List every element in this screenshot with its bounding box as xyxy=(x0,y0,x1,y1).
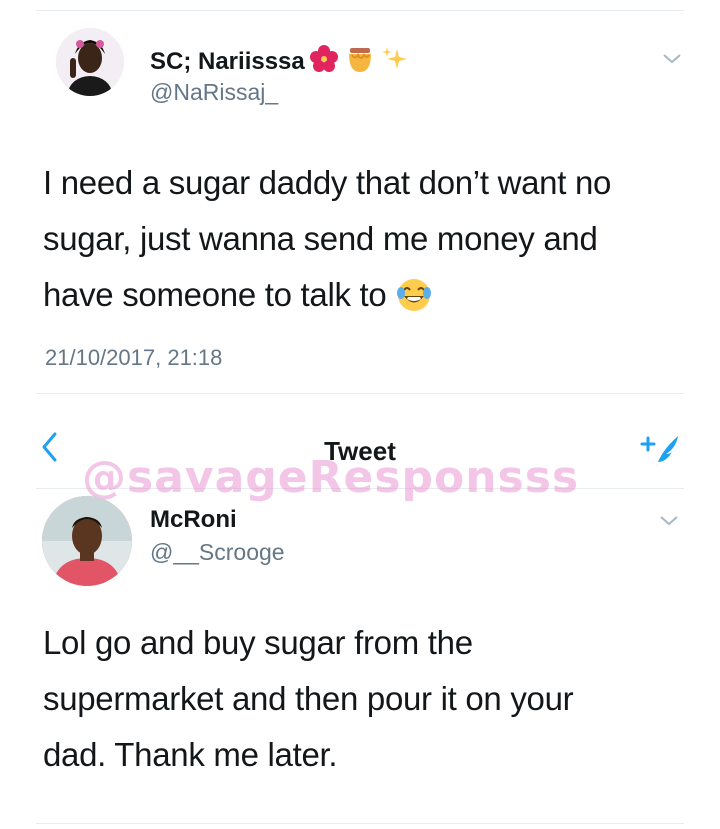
reply-body: Lol go and buy sugar from the supermarke… xyxy=(43,615,693,783)
sparkles-icon xyxy=(381,45,409,78)
hibiscus-icon xyxy=(309,44,339,79)
chevron-down-icon[interactable] xyxy=(657,508,681,532)
honey-pot-icon xyxy=(345,44,375,79)
author-display-name[interactable]: SC; Nariisssa xyxy=(150,48,305,76)
watermark-text: @savageResponsss xyxy=(82,452,580,503)
tears-of-joy-icon xyxy=(396,277,432,313)
reply-author-name[interactable]: McRoni xyxy=(150,506,237,534)
chevron-down-icon[interactable] xyxy=(660,46,684,70)
tweet-author-line: SC; Nariisssa xyxy=(150,44,409,79)
tweet-line: sugar, just wanna send me money and xyxy=(43,220,598,257)
tweet-line: have someone to talk to xyxy=(43,267,693,323)
tweet-line: I need a sugar daddy that don’t want no xyxy=(43,164,612,201)
reply-author-handle[interactable]: @__Scrooge xyxy=(150,539,285,566)
tweet-line: supermarket and then pour it on your xyxy=(43,680,574,717)
tweet-line: Lol go and buy sugar from the xyxy=(43,624,473,661)
avatar-mcroni[interactable] xyxy=(42,496,132,586)
tweet-timestamp[interactable]: 21/10/2017, 21:18 xyxy=(45,345,222,371)
compose-tweet-icon[interactable] xyxy=(636,432,682,470)
tweet-body: I need a sugar daddy that don’t want no … xyxy=(43,155,693,323)
tweet-line: dad. Thank me later. xyxy=(43,736,338,773)
avatar-nariisssa[interactable] xyxy=(56,28,124,96)
author-handle[interactable]: @NaRissaj_ xyxy=(150,79,278,106)
top-divider xyxy=(36,10,684,11)
divider-after-timestamp xyxy=(36,393,684,394)
bottom-divider xyxy=(36,823,684,824)
